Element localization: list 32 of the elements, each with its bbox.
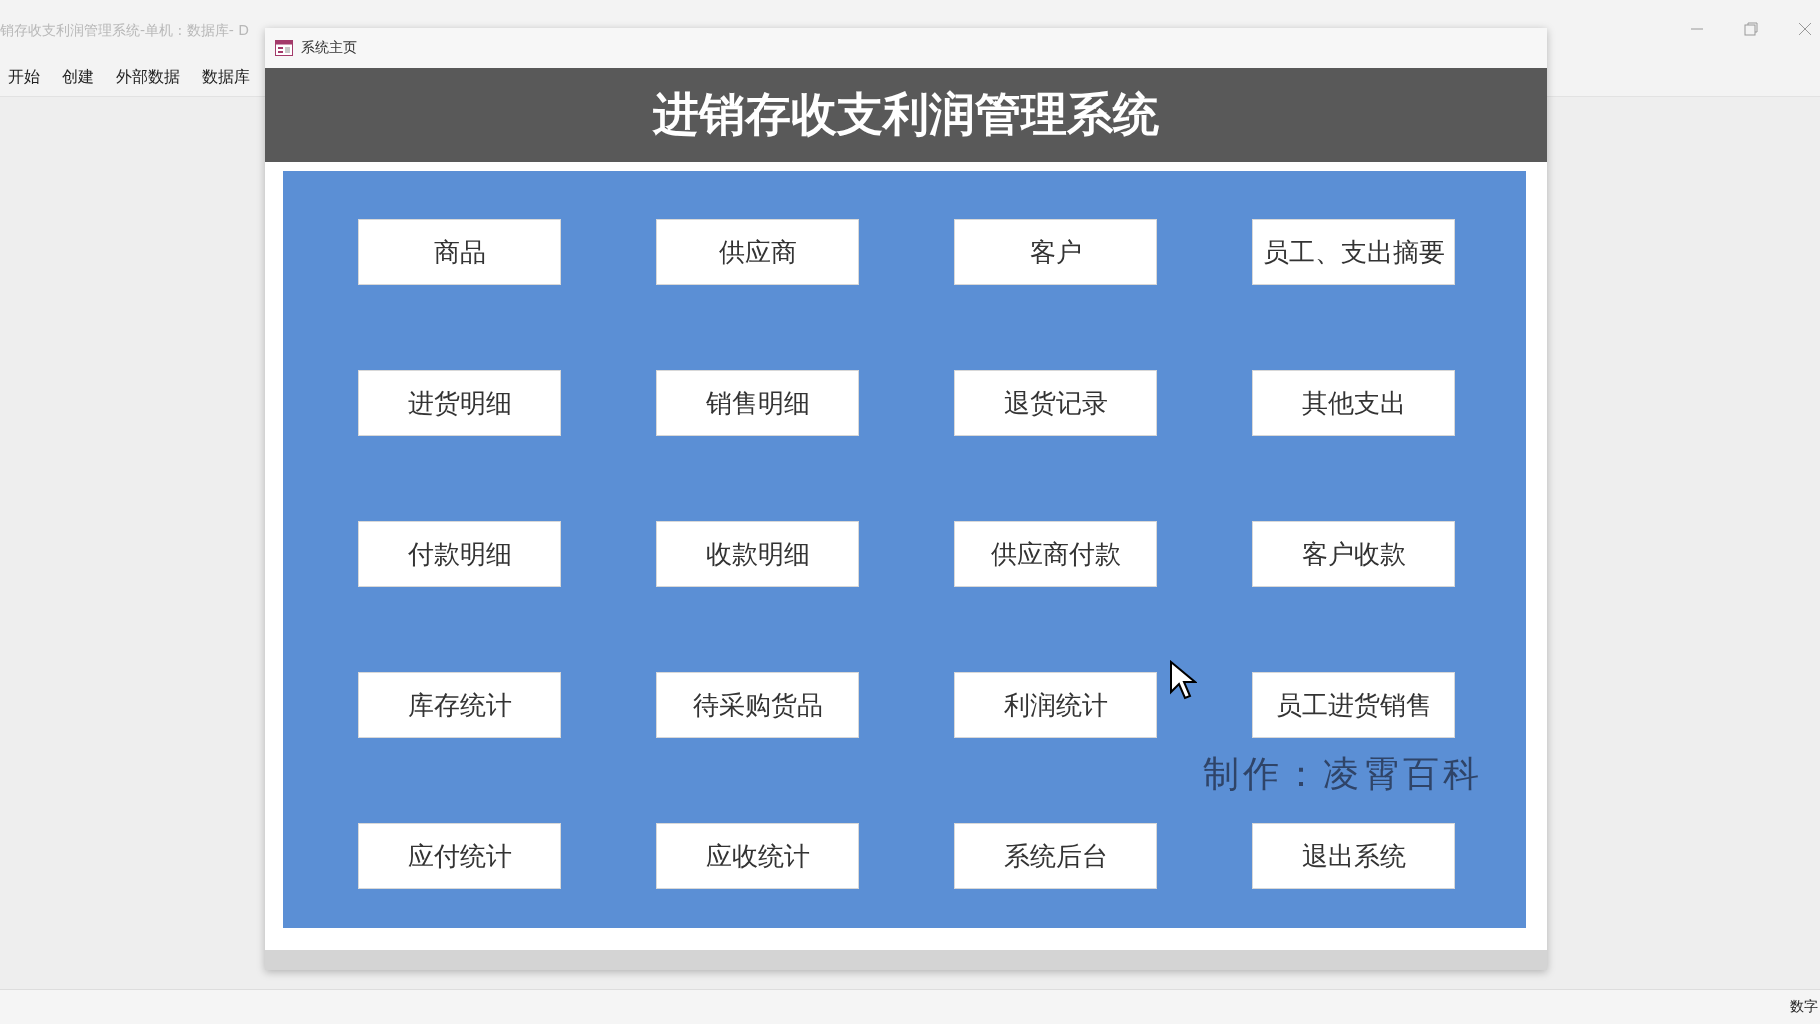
menu-button[interactable]: 员工进货销售 bbox=[1252, 672, 1455, 738]
menu-button[interactable]: 供应商 bbox=[656, 219, 859, 285]
menu-button[interactable]: 应付统计 bbox=[358, 823, 561, 889]
ribbon-tab[interactable]: 数据库 bbox=[202, 66, 250, 88]
ribbon-tab[interactable]: 开始 bbox=[8, 66, 40, 88]
menu-button[interactable]: 待采购货品 bbox=[656, 672, 859, 738]
menu-button[interactable]: 商品 bbox=[358, 219, 561, 285]
form-icon bbox=[275, 40, 293, 56]
menu-button[interactable]: 供应商付款 bbox=[954, 521, 1157, 587]
menu-button[interactable]: 销售明细 bbox=[656, 370, 859, 436]
menu-button[interactable]: 退出系统 bbox=[1252, 823, 1455, 889]
menu-button[interactable]: 退货记录 bbox=[954, 370, 1157, 436]
form-heading: 进销存收支利润管理系统 bbox=[265, 68, 1547, 162]
menu-button[interactable]: 系统后台 bbox=[954, 823, 1157, 889]
restore-icon[interactable] bbox=[1744, 22, 1758, 36]
credit-label: 制作：凌霄百科 bbox=[1203, 752, 1483, 796]
menu-button[interactable]: 客户收款 bbox=[1252, 521, 1455, 587]
menu-button[interactable]: 进货明细 bbox=[358, 370, 561, 436]
menu-button[interactable]: 库存统计 bbox=[358, 672, 561, 738]
menu-button[interactable]: 员工、支出摘要 bbox=[1252, 219, 1455, 285]
form-title: 系统主页 bbox=[301, 39, 357, 57]
close-icon[interactable] bbox=[1798, 22, 1812, 36]
menu-button[interactable]: 客户 bbox=[954, 219, 1157, 285]
status-text: 数字 bbox=[1790, 998, 1818, 1016]
menu-button[interactable]: 付款明细 bbox=[358, 521, 561, 587]
menu-button[interactable]: 收款明细 bbox=[656, 521, 859, 587]
menu-button[interactable]: 其他支出 bbox=[1252, 370, 1455, 436]
menu-button[interactable]: 应收统计 bbox=[656, 823, 859, 889]
ribbon-tab[interactable]: 创建 bbox=[62, 66, 94, 88]
menu-button[interactable]: 利润统计 bbox=[954, 672, 1157, 738]
cursor-icon bbox=[1169, 660, 1197, 700]
ribbon-tab[interactable]: 外部数据 bbox=[116, 66, 180, 88]
